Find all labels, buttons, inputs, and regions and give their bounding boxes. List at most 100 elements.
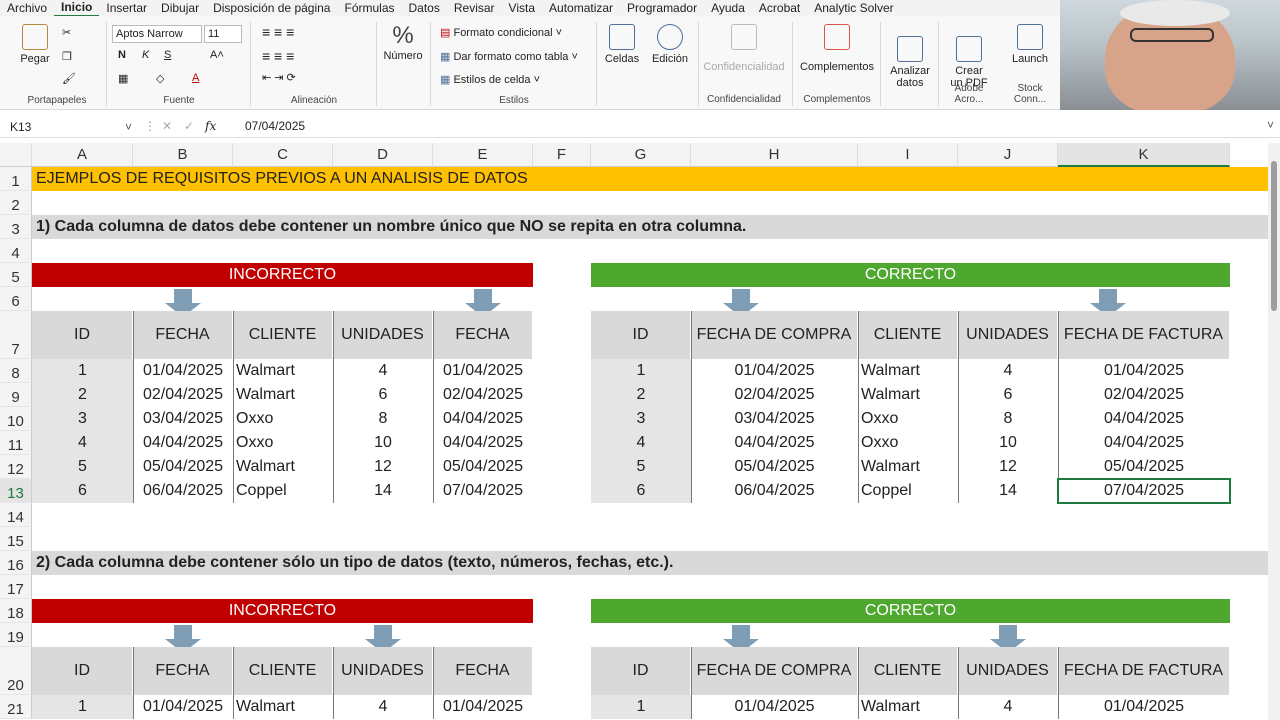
incorrect-cell[interactable]: 04/04/2025 xyxy=(433,407,533,431)
conditional-format-button[interactable]: ▤ Formato condicional ˅ xyxy=(440,26,562,39)
correct-cell[interactable]: 10 xyxy=(958,431,1058,455)
correct-cell[interactable]: 01/04/2025 xyxy=(691,695,858,719)
incorrect-cell[interactable]: Oxxo xyxy=(233,431,333,455)
launch-button[interactable]: Launch xyxy=(1008,24,1052,65)
incorrect-cell[interactable]: 01/04/2025 xyxy=(133,695,233,719)
incorrect-cell[interactable]: 12 xyxy=(333,455,433,479)
row-header-13[interactable]: 13 xyxy=(0,479,32,503)
correct-header-2[interactable]: FECHA DE COMPRA xyxy=(691,311,858,359)
correct-header-3[interactable]: CLIENTE xyxy=(858,647,958,695)
incorrect-cell[interactable]: 01/04/2025 xyxy=(433,359,533,383)
correct-cell[interactable]: 04/04/2025 xyxy=(1058,407,1230,431)
incorrect-banner[interactable]: INCORRECTO xyxy=(32,599,533,623)
correct-cell[interactable]: 2 xyxy=(591,383,691,407)
menu-item-vista[interactable]: Vista xyxy=(502,0,542,16)
correct-header-4[interactable]: UNIDADES xyxy=(958,311,1058,359)
number-format-button[interactable]: % Número xyxy=(380,22,426,62)
incorrect-header-2[interactable]: FECHA xyxy=(133,647,233,695)
requirement-1[interactable]: 1) Cada columna de datos debe contener u… xyxy=(32,215,1268,239)
correct-banner[interactable]: CORRECTO xyxy=(591,599,1230,623)
underline-button[interactable]: S xyxy=(164,49,171,61)
correct-header-5[interactable]: FECHA DE FACTURA xyxy=(1058,647,1230,695)
font-size-combo[interactable]: 11 xyxy=(204,25,242,43)
correct-header-2[interactable]: FECHA DE COMPRA xyxy=(691,647,858,695)
incorrect-cell[interactable]: 10 xyxy=(333,431,433,455)
row-header-17[interactable]: 17 xyxy=(0,575,32,599)
row-header-1[interactable]: 1 xyxy=(0,167,32,191)
menu-item-disposición-de-página[interactable]: Disposición de página xyxy=(206,0,337,16)
column-header-c[interactable]: C xyxy=(233,143,333,167)
copy-icon[interactable]: ❐ xyxy=(62,50,72,63)
row-header-5[interactable]: 5 xyxy=(0,263,32,287)
analyze-data-button[interactable]: Analizar datos xyxy=(884,24,936,101)
correct-cell[interactable]: 02/04/2025 xyxy=(1058,383,1230,407)
incorrect-cell[interactable]: 05/04/2025 xyxy=(433,455,533,479)
row-header-20[interactable]: 20 xyxy=(0,647,32,695)
incorrect-cell[interactable]: Walmart xyxy=(233,383,333,407)
incorrect-header-3[interactable]: CLIENTE xyxy=(233,647,333,695)
indent-icon[interactable]: ⇤ ⇥ ⟳ xyxy=(262,71,296,84)
incorrect-header-1[interactable]: ID xyxy=(32,311,133,359)
column-header-j[interactable]: J xyxy=(958,143,1058,167)
incorrect-cell[interactable]: 4 xyxy=(333,695,433,719)
menu-item-insertar[interactable]: Insertar xyxy=(99,0,154,16)
correct-cell[interactable]: 03/04/2025 xyxy=(691,407,858,431)
incorrect-cell[interactable]: 01/04/2025 xyxy=(433,695,533,719)
column-header-a[interactable]: A xyxy=(32,143,133,167)
incorrect-header-3[interactable]: CLIENTE xyxy=(233,311,333,359)
row-header-15[interactable]: 15 xyxy=(0,527,32,551)
editing-button[interactable]: Edición xyxy=(648,24,692,65)
correct-cell[interactable]: 01/04/2025 xyxy=(691,359,858,383)
menu-item-inicio[interactable]: Inicio xyxy=(54,0,100,17)
correct-cell[interactable]: 05/04/2025 xyxy=(691,455,858,479)
row-header-14[interactable]: 14 xyxy=(0,503,32,527)
name-box[interactable]: K13 ˅ xyxy=(8,118,136,136)
correct-cell[interactable]: 1 xyxy=(591,359,691,383)
row-header-10[interactable]: 10 xyxy=(0,407,32,431)
correct-cell[interactable]: Oxxo xyxy=(858,431,958,455)
incorrect-cell[interactable]: 05/04/2025 xyxy=(133,455,233,479)
menu-item-analytic-solver[interactable]: Analytic Solver xyxy=(807,0,900,16)
expand-formula-icon[interactable]: ˅ xyxy=(1267,118,1274,132)
incorrect-cell[interactable]: 1 xyxy=(32,359,133,383)
row-header-8[interactable]: 8 xyxy=(0,359,32,383)
incorrect-cell[interactable]: 02/04/2025 xyxy=(433,383,533,407)
incorrect-cell[interactable]: Walmart xyxy=(233,455,333,479)
incorrect-cell[interactable]: 06/04/2025 xyxy=(133,479,233,503)
format-as-table-button[interactable]: ▦ Dar formato como tabla ˅ xyxy=(440,50,578,63)
cells-button[interactable]: Celdas xyxy=(602,24,642,65)
correct-cell[interactable]: Walmart xyxy=(858,359,958,383)
correct-header-4[interactable]: UNIDADES xyxy=(958,647,1058,695)
incorrect-cell[interactable]: 6 xyxy=(32,479,133,503)
spreadsheet-grid[interactable]: A B C D E F G H I J K 1 2 3 4 5 6 7 8 9 10 11 12 13 14 15 16 17 18 19… xyxy=(0,143,1268,720)
row-header-19[interactable]: 19 xyxy=(0,623,32,647)
align-left-icon[interactable]: ≡ ≡ ≡ xyxy=(262,48,294,64)
incorrect-header-4[interactable]: UNIDADES xyxy=(333,311,433,359)
confirm-icon[interactable]: ✓ xyxy=(184,119,194,133)
correct-cell[interactable]: 5 xyxy=(591,455,691,479)
row-header-2[interactable]: 2 xyxy=(0,191,32,215)
menu-item-archivo[interactable]: Archivo xyxy=(0,0,54,16)
correct-header-1[interactable]: ID xyxy=(591,311,691,359)
incorrect-cell[interactable]: Walmart xyxy=(233,359,333,383)
incorrect-cell[interactable]: 6 xyxy=(333,383,433,407)
correct-cell[interactable]: 1 xyxy=(591,695,691,719)
paste-button[interactable]: Pegar xyxy=(20,24,50,65)
row-header-7[interactable]: 7 xyxy=(0,311,32,359)
correct-cell[interactable]: 14 xyxy=(958,479,1058,503)
scroll-thumb[interactable] xyxy=(1271,161,1277,311)
confidentiality-button[interactable]: Confidencialidad xyxy=(700,24,788,73)
correct-cell[interactable]: Walmart xyxy=(858,383,958,407)
menu-item-programador[interactable]: Programador xyxy=(620,0,704,16)
correct-cell[interactable]: Oxxo xyxy=(858,407,958,431)
correct-header-5[interactable]: FECHA DE FACTURA xyxy=(1058,311,1230,359)
column-header-b[interactable]: B xyxy=(133,143,233,167)
correct-cell[interactable]: 6 xyxy=(958,383,1058,407)
menu-item-fórmulas[interactable]: Fórmulas xyxy=(337,0,401,16)
font-grow-icon[interactable]: A˄ xyxy=(210,49,224,61)
incorrect-cell[interactable]: Oxxo xyxy=(233,407,333,431)
row-header-3[interactable]: 3 xyxy=(0,215,32,239)
cancel-icon[interactable]: ✕ xyxy=(162,119,172,133)
font-name-combo[interactable]: Aptos Narrow xyxy=(112,25,202,43)
correct-cell[interactable]: 4 xyxy=(958,359,1058,383)
